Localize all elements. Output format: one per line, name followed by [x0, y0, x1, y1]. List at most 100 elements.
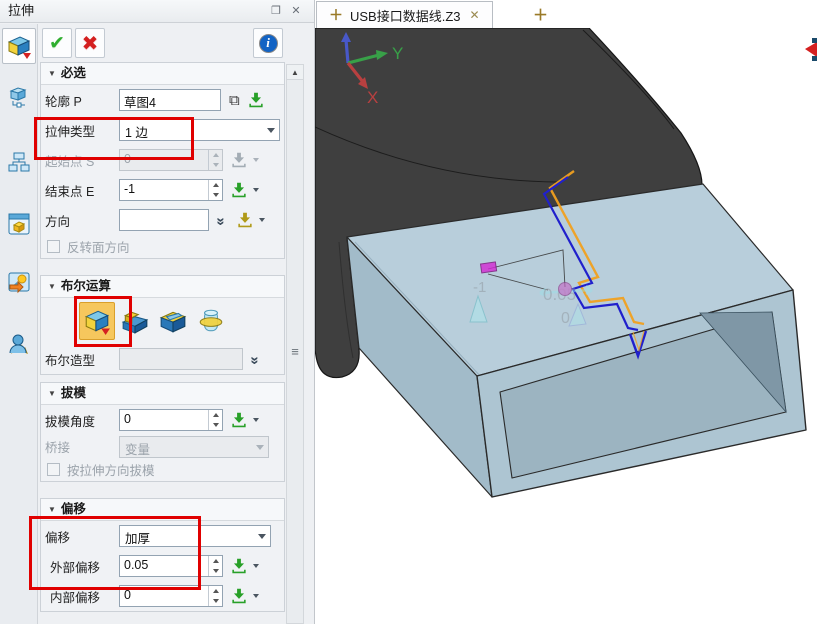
new-tab-button[interactable]: ＋: [533, 4, 548, 25]
boolean-add-button[interactable]: [117, 302, 153, 340]
start-point-label: 起始点 S: [45, 151, 119, 170]
collapse-icon: ▼: [48, 282, 56, 291]
draft-by-direction-checkbox[interactable]: [47, 463, 60, 476]
splitter-grip-icon[interactable]: ≡: [287, 347, 303, 357]
expand-chevron-icon[interactable]: »: [247, 351, 264, 367]
boolean-intersect-icon: [197, 307, 225, 335]
sidebar-tab-manager[interactable]: [5, 82, 33, 110]
ghost-zero-value: 0: [561, 310, 570, 327]
section-offset-header[interactable]: ▼ 偏移: [41, 499, 284, 521]
outer-offset-options-arrow-icon[interactable]: [253, 564, 259, 568]
section-required-header[interactable]: ▼必选: [41, 63, 284, 85]
inner-offset-label: 内部偏移: [45, 587, 119, 606]
offset-mode-row: 偏移 加厚: [41, 521, 284, 551]
boolean-shape-row: 布尔造型 »: [41, 344, 284, 374]
boolean-shape-label: 布尔造型: [45, 350, 119, 369]
expand-chevron-icon[interactable]: »: [213, 212, 230, 228]
restore-icon[interactable]: ❐: [268, 3, 284, 19]
collapse-icon: ▼: [48, 505, 56, 514]
outer-offset-pick-button[interactable]: [230, 557, 248, 575]
boolean-buttons-row: [41, 298, 284, 344]
cancel-button[interactable]: ✖: [75, 28, 105, 58]
section-draft: ▼拔模 拔模角度 0 桥接 变量: [40, 382, 285, 482]
close-icon[interactable]: ✕: [288, 3, 304, 19]
draft-angle-pick-button[interactable]: [230, 411, 248, 429]
inner-offset-options-arrow-icon[interactable]: [253, 594, 259, 598]
extrude-type-row: 拉伸类型 1 边: [41, 115, 284, 145]
draft-by-direction-row: 按拉伸方向拔模: [41, 458, 284, 481]
info-button[interactable]: i: [253, 28, 283, 58]
confirm-button[interactable]: ✔: [42, 28, 72, 58]
sidebar-tab-history[interactable]: [5, 148, 33, 176]
end-point-row: 结束点 E -1: [41, 175, 284, 205]
reverse-face-checkbox[interactable]: [47, 240, 60, 253]
profile-pick-button[interactable]: [247, 91, 265, 109]
inner-offset-input[interactable]: 0: [119, 585, 223, 607]
draft-angle-options-arrow-icon[interactable]: [253, 418, 259, 422]
pick-arrow-icon: [230, 587, 248, 605]
sidebar-tab-visualize[interactable]: [5, 268, 33, 296]
boolean-shape-input[interactable]: [119, 348, 243, 370]
outer-offset-row: 外部偏移 0.05: [41, 551, 284, 581]
start-point-row: 起始点 S 0: [41, 145, 284, 175]
outer-offset-input[interactable]: 0.05: [119, 555, 223, 577]
start-spinner[interactable]: [208, 150, 222, 170]
axis-x-label: X: [367, 88, 378, 107]
end-options-arrow-icon[interactable]: [253, 188, 259, 192]
boolean-base-button[interactable]: [79, 302, 115, 340]
outer-offset-spinner[interactable]: [208, 556, 222, 576]
end-point-input[interactable]: -1: [119, 179, 223, 201]
start-options-arrow-icon[interactable]: [253, 158, 259, 162]
direction-pick-button[interactable]: [236, 211, 254, 229]
tab-plus-icon: ＋: [329, 5, 343, 25]
draft-angle-spinner[interactable]: [208, 410, 222, 430]
section-draft-header[interactable]: ▼拔模: [41, 383, 284, 405]
cross-icon: ✖: [82, 31, 99, 56]
section-draft-title: 拔模: [61, 386, 86, 400]
start-point-input[interactable]: 0: [119, 149, 223, 171]
model-usb-connector: -1 0.05 0 Y X: [315, 28, 817, 624]
wireframe-cube-icon: [7, 84, 31, 108]
offset-mode-dropdown[interactable]: 加厚: [119, 525, 271, 547]
panel-scrollbar[interactable]: ▲ ≡: [286, 64, 304, 624]
profile-label: 轮廓 P: [45, 91, 119, 110]
pick-arrow-icon: [230, 151, 248, 169]
section-boolean: ▼布尔运算: [40, 275, 285, 375]
profile-input[interactable]: 草图4: [119, 89, 221, 111]
start-pick-button[interactable]: [230, 151, 248, 169]
tab-close-icon[interactable]: ✕: [470, 8, 480, 22]
document-tabbar: ＋ USB接口数据线.Z3 ✕ ＋: [315, 0, 817, 28]
viewport-3d[interactable]: -1 0.05 0 Y X: [315, 28, 817, 624]
extrude-icon: [6, 33, 32, 59]
end-pick-button[interactable]: [230, 181, 248, 199]
dialog-titlebar[interactable]: 拉伸 ❐ ✕: [0, 0, 314, 23]
section-boolean-header[interactable]: ▼布尔运算: [41, 276, 284, 298]
direction-options-arrow-icon[interactable]: [259, 218, 265, 222]
direction-input[interactable]: [119, 209, 209, 231]
section-offset: ▼ 偏移 偏移 加厚 外部偏移 0.05 内部偏移: [40, 498, 285, 612]
offset-mode-label: 偏移: [45, 527, 119, 546]
sidebar-tab-user[interactable]: [5, 330, 33, 358]
outer-offset-label: 外部偏移: [45, 557, 119, 576]
reverse-face-row: 反转面方向: [41, 235, 284, 258]
extrude-type-dropdown[interactable]: 1 边: [119, 119, 280, 141]
collapse-icon: ▼: [48, 69, 56, 78]
sidebar-tab-extrude[interactable]: [2, 28, 36, 64]
sidebar-tab-view[interactable]: [5, 210, 33, 238]
inner-offset-pick-button[interactable]: [230, 587, 248, 605]
boolean-intersect-button[interactable]: [193, 302, 229, 340]
dock-arrow-icon[interactable]: [805, 38, 817, 61]
draft-angle-label: 拔模角度: [45, 411, 119, 430]
inner-offset-spinner[interactable]: [208, 586, 222, 606]
bridge-dropdown[interactable]: 变量: [119, 436, 269, 458]
tab-usb-document[interactable]: ＋ USB接口数据线.Z3 ✕: [316, 1, 493, 28]
pick-arrow-icon: [230, 411, 248, 429]
draft-angle-input[interactable]: 0: [119, 409, 223, 431]
end-spinner[interactable]: [208, 180, 222, 200]
copy-icon[interactable]: ⧉: [229, 92, 240, 109]
profile-row: 轮廓 P 草图4 ⧉: [41, 85, 284, 115]
check-icon: ✔: [49, 32, 65, 55]
section-offset-title: 偏移: [61, 502, 86, 516]
boolean-remove-button[interactable]: [155, 302, 191, 340]
scroll-up-icon[interactable]: ▲: [287, 65, 303, 80]
